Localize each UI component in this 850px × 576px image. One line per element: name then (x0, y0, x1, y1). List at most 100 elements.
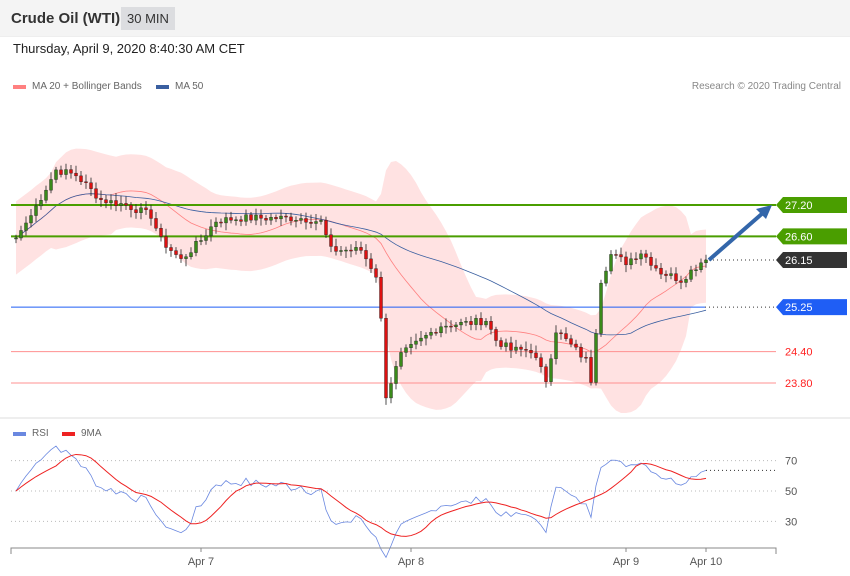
candle (549, 358, 553, 382)
candle (344, 249, 348, 252)
candle (349, 249, 353, 252)
candle (339, 250, 343, 252)
candle (654, 265, 658, 269)
candle (19, 230, 23, 239)
candle (279, 215, 283, 220)
candle (179, 254, 183, 259)
candle (329, 234, 333, 247)
candle (509, 342, 513, 351)
candle (69, 169, 73, 174)
candle (604, 270, 608, 284)
candle (559, 332, 563, 335)
rsi-tick-label: 30 (785, 516, 797, 528)
candle (114, 200, 118, 206)
x-tick-label: Apr 8 (398, 556, 424, 568)
candle (444, 325, 448, 328)
candle (624, 256, 628, 266)
candle (519, 346, 523, 350)
candle (204, 235, 208, 241)
x-tick-label: Apr 10 (690, 556, 722, 568)
level-label: 24.40 (785, 347, 813, 359)
candle (699, 262, 703, 270)
candle (24, 222, 28, 231)
candle (224, 217, 228, 224)
candle (254, 214, 258, 221)
candle (599, 282, 603, 334)
candle (219, 221, 223, 224)
rsi-tick-label: 70 (785, 456, 797, 468)
candle (704, 259, 708, 264)
candle (634, 258, 638, 260)
candle (234, 219, 238, 221)
candle (659, 267, 663, 275)
candle (434, 332, 438, 334)
candle (154, 218, 158, 229)
candle (109, 200, 113, 204)
candle (554, 332, 558, 359)
x-axis (10, 547, 777, 554)
candle (404, 347, 408, 353)
candle (304, 218, 308, 223)
level-label: 25.25 (785, 302, 813, 314)
candle (524, 349, 528, 351)
candle (664, 273, 668, 276)
candle (424, 335, 428, 339)
rsi-line (15, 445, 707, 559)
candle (579, 347, 583, 358)
x-tick-label: Apr 9 (613, 556, 639, 568)
candle (239, 219, 243, 222)
candle (99, 197, 103, 200)
candle (84, 181, 88, 183)
candle (639, 253, 643, 260)
candle (594, 333, 598, 383)
bollinger-band (16, 148, 706, 413)
candle (124, 203, 128, 206)
candle (379, 277, 383, 319)
candle (419, 337, 423, 342)
level-label: 26.60 (785, 231, 813, 243)
candle (34, 205, 38, 216)
candle (174, 250, 178, 255)
candle (469, 321, 473, 325)
candle (199, 240, 203, 242)
candle (244, 214, 248, 222)
candle (514, 346, 518, 351)
rsi-tick-label: 50 (785, 486, 797, 498)
candle (94, 188, 98, 199)
candle (169, 247, 173, 251)
level-label: 23.80 (785, 378, 813, 390)
candle (674, 273, 678, 281)
candle (479, 318, 483, 326)
candle (464, 321, 468, 323)
candle (294, 220, 298, 222)
candle (259, 214, 263, 219)
candle (309, 222, 313, 224)
candle (534, 352, 538, 358)
candle (194, 241, 198, 253)
candle (209, 226, 213, 236)
candle (59, 169, 63, 175)
candle (159, 228, 163, 237)
candle (44, 189, 48, 201)
candle (429, 332, 433, 336)
candle (144, 207, 148, 210)
candle (89, 182, 93, 189)
candle (629, 258, 633, 266)
candle (449, 325, 453, 328)
candle (299, 218, 303, 221)
candle (229, 217, 233, 221)
candle (454, 324, 458, 327)
candle (539, 357, 543, 367)
candle (414, 340, 418, 345)
price-chart: 27.20 26.60 26.15 25.25 24.40 23.80 70 50 30 Apr … (10, 148, 847, 568)
candle (439, 326, 443, 334)
candle (669, 273, 673, 276)
candle (499, 340, 503, 347)
candle (564, 333, 568, 339)
candle (374, 268, 378, 278)
candle (54, 169, 58, 180)
candle (694, 269, 698, 271)
candle (119, 203, 123, 206)
candle (689, 269, 693, 280)
candle (134, 209, 138, 213)
